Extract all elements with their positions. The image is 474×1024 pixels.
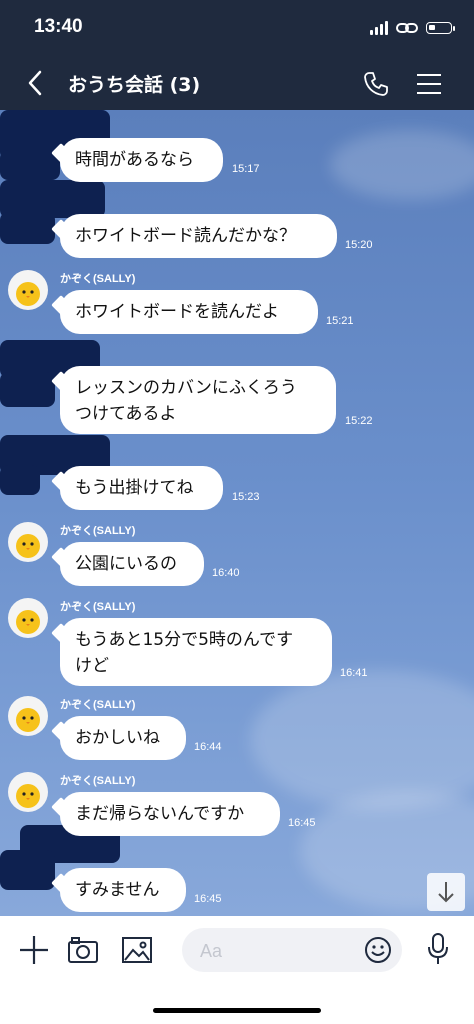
redacted-avatar: [0, 465, 40, 495]
message-text: ホワイトボードを読んだよ: [75, 302, 279, 322]
link-icon: [396, 23, 418, 33]
message-time: 15:20: [345, 239, 373, 251]
plus-icon[interactable]: [18, 934, 50, 966]
message-time: 16:45: [194, 893, 222, 905]
sally-avatar[interactable]: [8, 772, 48, 812]
message-input[interactable]: [198, 938, 352, 964]
message-bubble[interactable]: まだ帰らないんですか: [60, 792, 280, 836]
message-time: 16:40: [212, 567, 240, 579]
home-indicator[interactable]: [153, 1008, 321, 1013]
sally-avatar[interactable]: [8, 598, 48, 638]
message-text: つけてあるよ: [75, 404, 177, 424]
chick-avatar-icon: [16, 534, 40, 558]
image-icon[interactable]: [121, 936, 153, 964]
phone-icon[interactable]: [362, 70, 390, 98]
chick-avatar-icon: [16, 282, 40, 306]
message-time: 16:44: [194, 741, 222, 753]
sender-name: かぞく(SALLY): [60, 775, 136, 787]
message-input-field[interactable]: [182, 928, 402, 972]
message-bubble[interactable]: 公園にいるの: [60, 542, 204, 586]
message-bubble[interactable]: すみません: [60, 868, 186, 912]
message-time: 15:22: [345, 415, 373, 427]
sally-avatar[interactable]: [8, 522, 48, 562]
status-bar: 13:40: [0, 0, 474, 58]
sender-name: かぞく(SALLY): [60, 601, 136, 613]
sender-name: かぞく(SALLY): [60, 699, 136, 711]
chat-header: おうち会話 (3): [0, 58, 474, 110]
redacted-avatar: [0, 372, 55, 407]
message-text: もう出掛けてね: [75, 478, 194, 498]
message-bubble[interactable]: もうあと15分で5時のんです けど: [60, 618, 332, 686]
message-text: おかしいね: [75, 728, 160, 748]
message-bubble[interactable]: もう出掛けてね: [60, 466, 223, 510]
chevron-left-icon[interactable]: [22, 68, 52, 98]
chick-avatar-icon: [16, 708, 40, 732]
hamburger-menu-icon[interactable]: [416, 72, 442, 96]
emoji-icon[interactable]: [364, 936, 392, 964]
message-text: レッスンのカバンにふくろう: [75, 378, 297, 398]
message-time: 15:23: [232, 491, 260, 503]
message-bubble[interactable]: おかしいね: [60, 716, 186, 760]
battery-icon: [426, 22, 455, 34]
chat-area[interactable]: 時間があるなら 15:17 ホワイトボード読んだかな？ 15:20 かぞく(SA…: [0, 110, 474, 916]
camera-icon[interactable]: [67, 935, 99, 965]
arrow-down-icon: [438, 882, 454, 903]
message-bubble[interactable]: レッスンのカバンにふくろう つけてあるよ: [60, 366, 336, 434]
sender-name: かぞく(SALLY): [60, 525, 136, 537]
message-text: けど: [75, 656, 109, 676]
scroll-to-bottom-button[interactable]: [427, 873, 465, 911]
redacted-avatar: [0, 150, 60, 180]
redacted-avatar: [0, 212, 55, 244]
chick-avatar-icon: [16, 610, 40, 634]
message-text: すみません: [75, 880, 160, 900]
message-bubble[interactable]: 時間があるなら: [60, 138, 223, 182]
message-text: 公園にいるの: [75, 554, 177, 574]
message-text: まだ帰らないんですか: [75, 804, 245, 824]
message-text: 時間があるなら: [75, 150, 194, 170]
microphone-icon[interactable]: [426, 932, 450, 966]
sally-avatar[interactable]: [8, 270, 48, 310]
message-time: 16:41: [340, 667, 368, 679]
chick-avatar-icon: [16, 784, 40, 808]
message-text: ホワイトボード読んだかな？: [75, 226, 296, 246]
message-time: 15:21: [326, 315, 354, 327]
message-time: 16:45: [288, 817, 316, 829]
sally-avatar[interactable]: [8, 696, 48, 736]
message-bubble[interactable]: ホワイトボードを読んだよ: [60, 290, 318, 334]
status-time: 13:40: [34, 16, 83, 37]
message-text: もうあと15分で5時のんです: [75, 630, 294, 650]
chat-title: おうち会話 (3): [68, 74, 201, 96]
sender-name: かぞく(SALLY): [60, 273, 136, 285]
message-time: 15:17: [232, 163, 260, 175]
message-bubble[interactable]: ホワイトボード読んだかな？: [60, 214, 337, 258]
signal-icon: [370, 21, 388, 35]
redacted-avatar: [0, 850, 55, 890]
status-icons: [370, 20, 455, 36]
